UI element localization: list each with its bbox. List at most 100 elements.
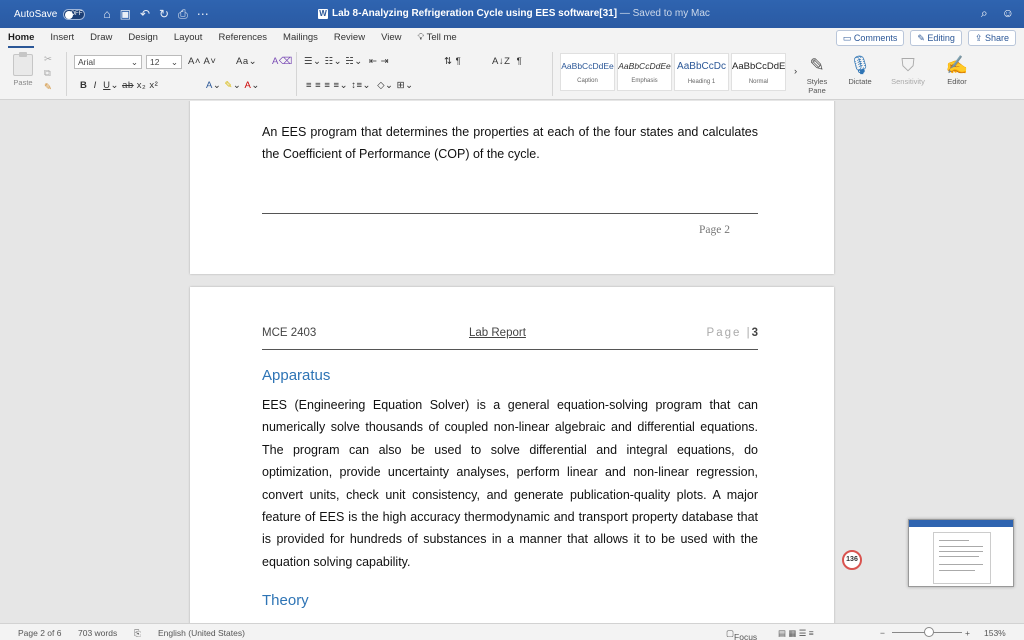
header-page-prefix: Page |: [706, 327, 752, 339]
heading-apparatus[interactable]: Apparatus: [262, 367, 330, 384]
redo-icon[interactable]: ↻: [159, 7, 169, 22]
sensitivity-label: Sensitivity: [891, 77, 925, 86]
font-size-select[interactable]: 12 ⌄: [146, 55, 182, 69]
language-status[interactable]: English (United States): [158, 628, 245, 638]
tab-home[interactable]: Home: [0, 28, 42, 48]
style-normal[interactable]: AaBbCcDdE Normal: [731, 53, 786, 91]
editor-icon: ✍: [945, 55, 969, 75]
sensitivity-button[interactable]: ⛉ Sensitivity: [886, 53, 930, 86]
autosave-state: OFF: [70, 11, 83, 17]
style-name: Heading 1: [687, 79, 716, 85]
style-sample: AaBbCcDdEe: [561, 61, 614, 71]
footer-divider: [262, 213, 758, 214]
tell-me[interactable]: 💡︎ Tell me: [409, 28, 464, 48]
styles-pane-label: Styles Pane: [806, 77, 828, 95]
editor-suggestions-badge[interactable]: 136: [842, 550, 862, 570]
heading-theory[interactable]: Theory: [262, 592, 309, 609]
print-icon[interactable]: ⎙: [178, 7, 188, 22]
font-style-icons[interactable]: B I U⌄ ab x₂ x²: [80, 80, 158, 91]
font-size-value: 12: [150, 57, 160, 67]
chevron-down-icon: ⌄: [170, 57, 178, 67]
zoom-out-icon[interactable]: −: [880, 628, 885, 638]
tell-me-label: Tell me: [426, 32, 457, 43]
zoom-slider-knob[interactable]: [924, 627, 934, 637]
align-icons[interactable]: ≡ ≡ ≡ ≡⌄ ↕≡⌄ ◇⌄ ⊞⌄: [306, 80, 414, 91]
editing-button[interactable]: ✎ Editing: [910, 30, 962, 46]
style-caption[interactable]: AaBbCcDdEe Caption: [560, 53, 615, 91]
share-label: Share: [984, 33, 1009, 43]
tab-draw[interactable]: Draw: [82, 28, 120, 48]
style-name: Normal: [748, 79, 769, 85]
paste-label: Paste: [13, 78, 33, 87]
window-title: W Lab 8-Analyzing Refrigeration Cycle usi…: [318, 8, 710, 19]
header-page-number: Page |3: [707, 327, 758, 339]
style-heading-1[interactable]: AaBbCcDc Heading 1: [674, 53, 729, 91]
font-name-select[interactable]: Arial ⌄: [74, 55, 142, 69]
header-lab-report: Lab Report: [469, 327, 526, 339]
share-button[interactable]: ⇪ Share: [967, 30, 1016, 46]
saved-status[interactable]: — Saved to my Mac: [620, 8, 710, 19]
document-canvas[interactable]: An EES program that determines the prope…: [0, 101, 1024, 623]
apparatus-paragraph[interactable]: EES (Engineering Equation Solver) is a g…: [262, 394, 758, 573]
tab-review[interactable]: Review: [326, 28, 373, 48]
tab-insert[interactable]: Insert: [42, 28, 82, 48]
home-icon[interactable]: ⌂: [103, 7, 110, 22]
styles-pane-icon: ✎: [809, 55, 825, 75]
page-count[interactable]: Page 2 of 6: [18, 628, 61, 638]
editor-label: Editor: [947, 77, 967, 86]
thumbnail-line: [939, 546, 983, 547]
proofing-icon[interactable]: ⎘: [134, 628, 141, 639]
autosave-toggle[interactable]: OFF: [63, 8, 86, 20]
save-icon[interactable]: ▣: [120, 7, 131, 22]
paste-button[interactable]: Paste: [8, 52, 38, 87]
format-painter-icon[interactable]: ✎: [44, 82, 52, 93]
clear-formatting-icon[interactable]: A⌫: [272, 56, 293, 67]
focus-label: Focus: [734, 632, 758, 640]
zoom-level[interactable]: 153%: [984, 628, 1006, 638]
text-effects-icons[interactable]: A⌄ ✎⌄ A⌄: [206, 80, 260, 91]
copy-icon[interactable]: ⧉: [44, 68, 51, 79]
title-bar: AutoSave OFF ⌂ ▣ ↶ ↻ ⎙ ⋯ W Lab 8-Analyzin…: [0, 0, 1024, 28]
grow-shrink-font-icons[interactable]: A˄ A˅: [188, 56, 216, 67]
focus-button[interactable]: ▢ Focus: [726, 628, 757, 640]
dictate-button[interactable]: 🎙︎ Dictate: [843, 53, 877, 86]
style-sample: AaBbCcDdEe: [618, 61, 671, 71]
zoom-in-icon[interactable]: +: [965, 628, 970, 638]
comments-label: Comments: [853, 33, 898, 43]
ribbon-tabs: Home Insert Draw Design Layout Reference…: [0, 28, 1024, 48]
dictate-label: Dictate: [848, 77, 872, 86]
style-emphasis[interactable]: AaBbCcDdEe Emphasis: [617, 53, 672, 91]
tab-references[interactable]: References: [210, 28, 275, 48]
editor-button[interactable]: ✍ Editor: [940, 53, 974, 86]
sensitivity-icon: ⛉: [901, 55, 915, 75]
chevron-down-icon: ⌄: [130, 57, 138, 67]
more-icon[interactable]: ⋯: [197, 7, 209, 22]
styles-gallery: AaBbCcDdEe Caption AaBbCcDdEe Emphasis AaB…: [560, 53, 786, 91]
tab-mailings[interactable]: Mailings: [275, 28, 326, 48]
sort-icons[interactable]: ⇅ ¶: [444, 56, 461, 67]
document-page-2[interactable]: An EES program that determines the prope…: [190, 101, 834, 274]
sort-az-icon[interactable]: A↓Z ¶: [492, 56, 522, 67]
tab-view[interactable]: View: [373, 28, 409, 48]
header-page-num: 3: [751, 327, 758, 339]
list-icons[interactable]: ☰⌄ ☷⌄ ☵⌄ ⇤ ⇥: [304, 56, 389, 67]
word-count[interactable]: 703 words: [78, 628, 117, 638]
cut-icon[interactable]: ✂: [44, 54, 52, 65]
tab-design[interactable]: Design: [120, 28, 166, 48]
tab-layout[interactable]: Layout: [166, 28, 211, 48]
editing-label: Editing: [927, 33, 955, 43]
chevron-right-icon[interactable]: ›: [794, 66, 798, 77]
change-case-icon[interactable]: Aa⌄: [236, 56, 257, 67]
view-mode-icons[interactable]: ▤ ▦ ☰ ≡: [778, 628, 814, 639]
search-icon[interactable]: ⌕: [981, 6, 988, 21]
styles-pane-button[interactable]: ✎ Styles Pane: [802, 53, 832, 95]
document-page-3[interactable]: MCE 2403 Lab Report Page |3 Apparatus EE…: [190, 287, 834, 623]
comments-button[interactable]: ▭ Comments: [835, 30, 905, 46]
page-2-paragraph[interactable]: An EES program that determines the prope…: [262, 121, 758, 166]
autosave-label: AutoSave: [14, 8, 58, 20]
undo-icon[interactable]: ↶: [140, 7, 150, 22]
lightbulb-icon: 💡︎: [417, 32, 425, 43]
thumbnail-line: [939, 551, 983, 552]
account-icon[interactable]: ☺: [1002, 6, 1014, 21]
page-thumbnail-preview[interactable]: [908, 519, 1014, 587]
